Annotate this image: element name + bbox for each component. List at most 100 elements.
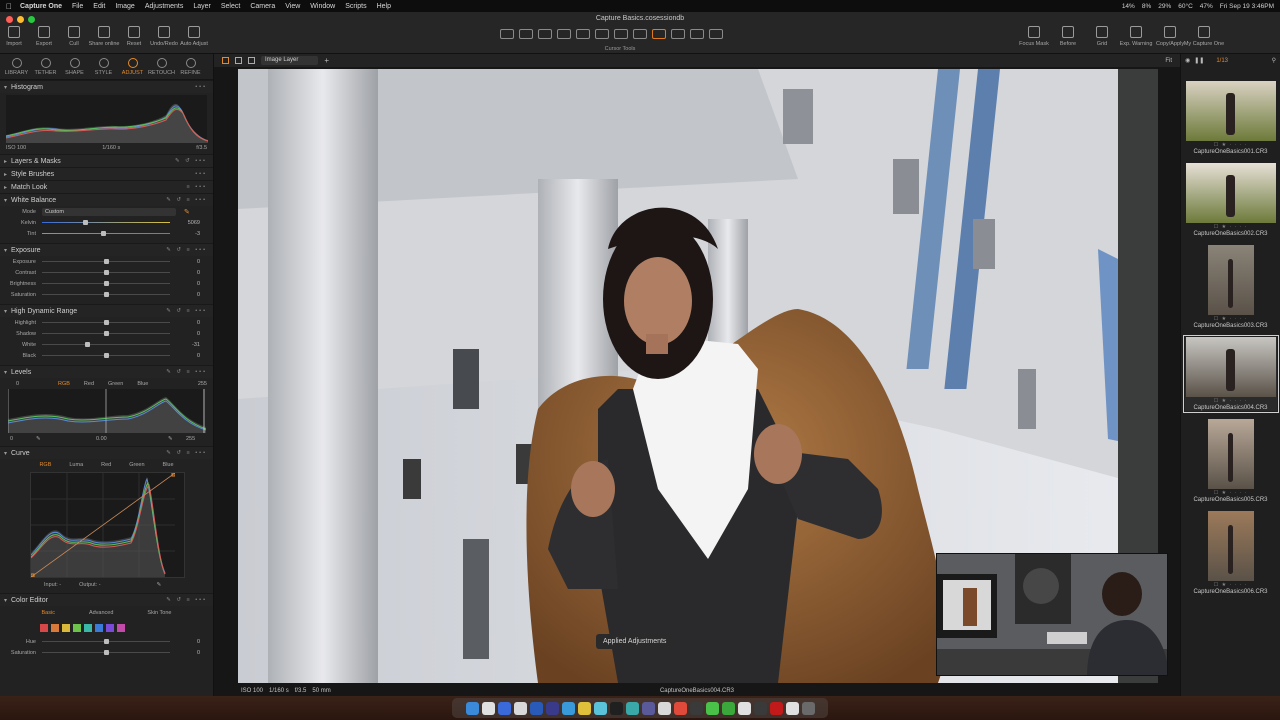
- color-picker-tool-icon[interactable]: [652, 29, 666, 39]
- search-icon[interactable]: ⚲: [1272, 57, 1280, 64]
- eye-icon[interactable]: ◉: [1185, 57, 1190, 64]
- auto-adjust-button[interactable]: Auto Adjust: [180, 26, 208, 47]
- menu-select[interactable]: Select: [221, 3, 240, 10]
- exposure-exposure-slider[interactable]: [42, 259, 170, 264]
- eyedropper-icon[interactable]: ✎: [36, 436, 96, 442]
- dock-app-icon[interactable]: [465, 701, 479, 715]
- exposure-exposure-slider-knob[interactable]: [103, 259, 109, 264]
- spot-tool-icon[interactable]: [614, 29, 628, 39]
- exposure-brightness-slider-knob[interactable]: [103, 281, 109, 286]
- histogram-header[interactable]: ▾ Histogram •••: [0, 80, 213, 93]
- menu-capture-one[interactable]: Capture One: [20, 3, 62, 10]
- compare-view-icon[interactable]: [248, 57, 255, 64]
- dock-app-icon[interactable]: [753, 701, 767, 715]
- grid-button[interactable]: Grid: [1090, 26, 1114, 47]
- my-capture-one-button[interactable]: My Capture One: [1184, 26, 1224, 47]
- levels-tab-blue[interactable]: Blue: [137, 381, 148, 387]
- hdr-shadow-value[interactable]: 0: [170, 331, 200, 337]
- curve-tab-green[interactable]: Green: [129, 462, 144, 468]
- share-online-button[interactable]: Share online: [89, 26, 119, 47]
- dock-app-icon[interactable]: [609, 701, 623, 715]
- select-tool-icon[interactable]: [500, 29, 514, 39]
- rating-stars[interactable]: ☐ ★ · · · ·: [1214, 397, 1248, 405]
- exposure-brightness-slider[interactable]: [42, 281, 170, 286]
- more-icon[interactable]: ✎ ↺ ≡ •••: [166, 308, 213, 314]
- color-swatch[interactable]: [84, 624, 92, 632]
- copy-apply-button[interactable]: Copy/Apply: [1156, 26, 1184, 47]
- levels-output-low[interactable]: 0: [6, 436, 36, 442]
- color-hue-slider[interactable]: [42, 639, 170, 644]
- color-editor-tab-advanced[interactable]: Advanced: [89, 610, 113, 616]
- hdr-highlight-slider[interactable]: [42, 320, 170, 325]
- layer-select[interactable]: Image Layer: [261, 56, 319, 65]
- levels-header[interactable]: ▾ Levels ✎ ↺ ≡ •••: [0, 365, 213, 378]
- dock-app-icon[interactable]: [577, 701, 591, 715]
- color-saturation-slider[interactable]: [42, 650, 170, 655]
- rotate-tool-icon[interactable]: [576, 29, 590, 39]
- rating-stars[interactable]: ☐ ★ · · · ·: [1214, 141, 1248, 149]
- dock-app-icon[interactable]: [529, 701, 543, 715]
- hdr-black-value[interactable]: 0: [170, 353, 200, 359]
- color-swatch[interactable]: [117, 624, 125, 632]
- tab-style[interactable]: STYLE: [89, 54, 118, 79]
- exposure-brightness-value[interactable]: 0: [170, 281, 200, 287]
- dock-app-icon[interactable]: [481, 701, 495, 715]
- levels-input-low[interactable]: 0: [6, 381, 46, 387]
- eyedropper-icon[interactable]: ✎: [157, 582, 162, 588]
- style-brushes-header[interactable]: ▸ Style Brushes •••: [0, 167, 213, 180]
- kelvin-value[interactable]: 5069: [170, 220, 200, 226]
- dock-app-icon[interactable]: [561, 701, 575, 715]
- color-swatch[interactable]: [95, 624, 103, 632]
- dock-app-icon[interactable]: [673, 701, 687, 715]
- more-icon[interactable]: ≡ •••: [186, 184, 213, 190]
- more-icon[interactable]: ✎ ↺ ≡ •••: [166, 450, 213, 456]
- curve-header[interactable]: ▾ Curve ✎ ↺ ≡ •••: [0, 446, 213, 459]
- levels-input-high[interactable]: 255: [198, 381, 207, 387]
- hdr-highlight-value[interactable]: 0: [170, 320, 200, 326]
- hdr-black-slider[interactable]: [42, 353, 170, 358]
- match-look-header[interactable]: ▸ Match Look ≡ •••: [0, 180, 213, 193]
- menu-edit[interactable]: Edit: [93, 3, 105, 10]
- color-saturation-value[interactable]: 0: [170, 650, 200, 656]
- hdr-header[interactable]: ▾ High Dynamic Range ✎ ↺ ≡ •••: [0, 304, 213, 317]
- more-icon[interactable]: ✎ ↺ ≡ •••: [166, 197, 213, 203]
- hdr-black-slider-knob[interactable]: [103, 353, 109, 358]
- tab-adjust[interactable]: ADJUST: [118, 54, 147, 79]
- menu-camera[interactable]: Camera: [250, 3, 275, 10]
- tint-slider[interactable]: [42, 231, 170, 236]
- more-icon[interactable]: ✎ ↺ •••: [175, 158, 213, 164]
- exposure-header[interactable]: ▾ Exposure ✎ ↺ ≡ •••: [0, 243, 213, 256]
- hdr-white-slider[interactable]: [42, 342, 170, 347]
- kelvin-slider[interactable]: [42, 220, 170, 225]
- layers-header[interactable]: ▸ Layers & Masks ✎ ↺ •••: [0, 154, 213, 167]
- rating-stars[interactable]: ☐ ★ · · · ·: [1214, 223, 1248, 231]
- grid-view-icon[interactable]: [222, 57, 229, 64]
- thumbnail-item[interactable]: ☐ ★ · · · · CaptureOneBasics001.CR3: [1185, 81, 1277, 155]
- dock-app-icon[interactable]: [689, 701, 703, 715]
- thumbnail-item[interactable]: ☐ ★ · · · · CaptureOneBasics003.CR3: [1185, 245, 1277, 329]
- curve-graph[interactable]: [30, 472, 185, 578]
- menu-adjustments[interactable]: Adjustments: [145, 3, 184, 10]
- wb-mode-select[interactable]: Custom: [42, 207, 176, 216]
- dock-app-icon[interactable]: [497, 701, 511, 715]
- dock-app-icon[interactable]: [513, 701, 527, 715]
- zoom-tool-icon[interactable]: [538, 29, 552, 39]
- tint-slider-knob[interactable]: [101, 231, 107, 236]
- color-swatch[interactable]: [51, 624, 59, 632]
- more-icon[interactable]: ✎ ↺ ≡ •••: [166, 369, 213, 375]
- wb-picker-icon[interactable]: ✎: [184, 208, 190, 216]
- tab-retouch[interactable]: RETOUCH: [147, 54, 176, 79]
- thumbnail-image[interactable]: [1185, 337, 1276, 397]
- crop-tool-icon[interactable]: [557, 29, 571, 39]
- exposure-contrast-value[interactable]: 0: [170, 270, 200, 276]
- keystone-tool-icon[interactable]: [595, 29, 609, 39]
- more-icon[interactable]: ✎ ↺ ≡ •••: [166, 597, 213, 603]
- more-icon[interactable]: ✎ ↺ ≡ •••: [166, 247, 213, 253]
- menu-scripts[interactable]: Scripts: [345, 3, 366, 10]
- rating-stars[interactable]: ☐ ★ · · · ·: [1214, 315, 1248, 323]
- kelvin-slider-knob[interactable]: [82, 220, 88, 225]
- reset-button[interactable]: Reset: [122, 26, 146, 47]
- thumbnail-image[interactable]: [1207, 419, 1254, 489]
- color-swatch[interactable]: [106, 624, 114, 632]
- import-button[interactable]: Import: [2, 26, 26, 47]
